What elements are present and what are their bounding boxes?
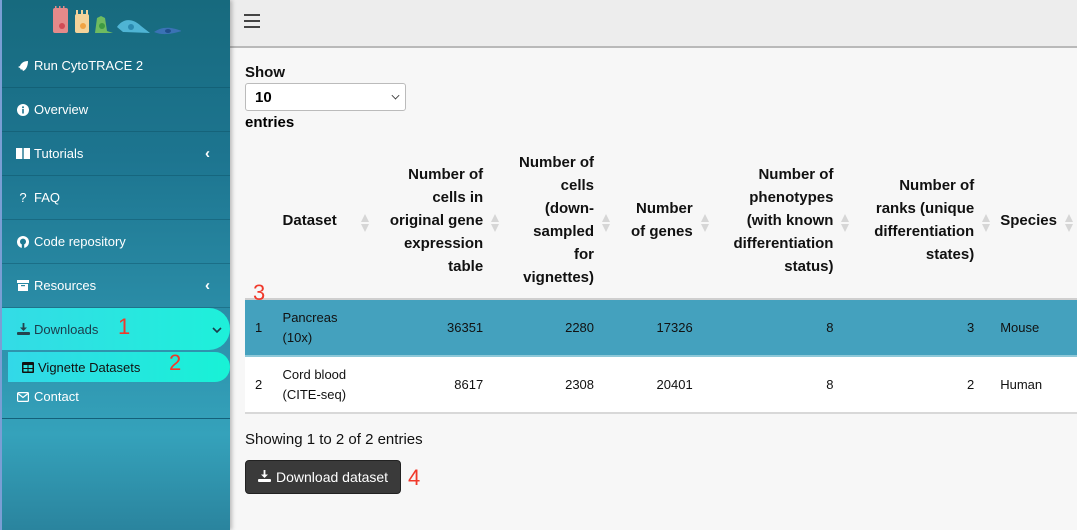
chevron-left-icon[interactable]: ‹ <box>205 277 210 294</box>
cell-cells-downsampled: 2280 <box>565 319 595 335</box>
length-menu-show-label: Show <box>245 64 285 81</box>
column-header-cells-original[interactable]: Number of cells in original gene express… <box>373 151 503 299</box>
download-button-label: Download dataset <box>276 469 389 485</box>
table-row[interactable]: 2 Cord blood (CITE-seq) 8617 2308 20401 … <box>245 356 1077 413</box>
sort-icon[interactable] <box>841 213 850 232</box>
sidebar-item-label: Contact <box>34 389 79 404</box>
cell-species: Human <box>1000 376 1043 392</box>
download-icon <box>258 469 271 485</box>
cell-ranks: 2 <box>966 376 975 392</box>
sort-icon[interactable] <box>982 213 991 232</box>
sort-icon[interactable] <box>361 213 370 232</box>
table-icon <box>22 361 34 373</box>
sidebar-item-label: Downloads <box>34 321 99 337</box>
archive-icon <box>16 280 30 291</box>
download-dataset-button[interactable]: Download dataset <box>245 460 402 494</box>
column-header-ranks[interactable]: Number of ranks (unique differentiation … <box>853 151 994 299</box>
sort-icon[interactable] <box>700 213 709 232</box>
sidebar-item-label: Resources <box>34 278 97 293</box>
entries-per-page-value: 10 <box>255 88 272 106</box>
column-header-index <box>245 151 277 299</box>
cell-phenotypes: 8 <box>826 376 834 392</box>
sidebar-item-label: FAQ <box>34 190 61 205</box>
download-icon <box>16 323 30 335</box>
main-content: Show 10 entries Dataset Number of cells … <box>245 64 1077 494</box>
sidebar-item-label: Vignette Datasets <box>38 359 141 375</box>
cell-cells-original: 8617 <box>454 376 484 392</box>
cell-cells-downsampled: 2308 <box>565 376 595 392</box>
sidebar-item-faq[interactable]: ? FAQ <box>2 176 230 220</box>
annotation-3: 3 <box>253 280 266 305</box>
column-header-species[interactable]: Species <box>994 151 1077 299</box>
sidebar-item-label: Overview <box>34 102 89 117</box>
rocket-icon <box>16 60 30 72</box>
column-header-cells-downsampled[interactable]: Number of cells (down-sampled for vignet… <box>503 151 614 299</box>
annotation-1: 1 <box>118 314 131 339</box>
sort-icon[interactable] <box>602 213 611 232</box>
column-header-genes[interactable]: Number of genes <box>614 151 713 299</box>
sidebar-item-downloads[interactable]: Downloads <box>2 308 230 350</box>
chevron-left-icon[interactable]: ‹ <box>205 145 210 162</box>
cell-genes: 17326 <box>656 319 693 335</box>
sort-icon[interactable] <box>491 213 500 232</box>
sidebar-item-run-cytotrace[interactable]: Run CytoTRACE 2 <box>2 44 230 88</box>
table-row-selected[interactable]: 1 Pancreas (10x) 36351 2280 17326 8 3 Mo… <box>245 299 1077 356</box>
sidebar-toggle-hamburger-icon[interactable] <box>244 14 260 28</box>
sidebar-item-label: Tutorials <box>34 146 84 161</box>
sidebar-item-code-repository[interactable]: Code repository <box>2 220 230 264</box>
book-icon <box>16 148 30 159</box>
table-header-row: Dataset Number of cells in original gene… <box>245 151 1077 299</box>
cell-index: 1 <box>255 319 263 335</box>
chevron-down-icon[interactable] <box>212 322 222 337</box>
length-menu-entries-label: entries <box>245 114 295 131</box>
cell-ranks: 3 <box>966 319 975 335</box>
app-logo[interactable] <box>2 0 230 44</box>
sidebar-item-resources[interactable]: Resources ‹ <box>2 264 230 308</box>
cell-logo-icon <box>53 6 181 35</box>
info-circle-icon <box>16 103 30 116</box>
table-info-text: Showing 1 to 2 of 2 entries <box>245 431 423 448</box>
annotation-2: 2 <box>169 350 182 375</box>
cell-species: Mouse <box>1000 319 1040 335</box>
question-icon: ? <box>19 190 27 205</box>
github-icon <box>16 235 30 248</box>
annotation-4: 4 <box>408 465 421 490</box>
sort-icon[interactable] <box>1065 213 1073 232</box>
envelope-icon <box>16 391 30 402</box>
cell-phenotypes: 8 <box>826 319 834 335</box>
cell-cells-original: 36351 <box>447 319 484 335</box>
sidebar-item-label: Code repository <box>34 234 126 249</box>
sidebar-item-contact[interactable]: Contact <box>2 375 230 419</box>
sidebar-item-label: Run CytoTRACE 2 <box>34 58 144 73</box>
cell-index: 2 <box>255 376 263 392</box>
datasets-table: Dataset Number of cells in original gene… <box>245 151 1077 414</box>
top-navbar <box>230 0 1077 48</box>
cell-dataset: Pancreas (10x) <box>282 309 338 345</box>
column-header-phenotypes[interactable]: Number of phenotypes (with known differe… <box>713 151 854 299</box>
sidebar: Run CytoTRACE 2 Overview Tutorials ‹ ? F… <box>0 0 230 530</box>
column-header-dataset[interactable]: Dataset <box>277 151 374 299</box>
cell-genes: 20401 <box>656 376 693 392</box>
sidebar-item-tutorials[interactable]: Tutorials ‹ <box>2 132 230 176</box>
chevron-down-icon <box>391 91 400 100</box>
sidebar-item-overview[interactable]: Overview <box>2 88 230 132</box>
cell-dataset: Cord blood (CITE-seq) <box>282 366 347 402</box>
entries-per-page-select[interactable]: 10 <box>245 83 406 111</box>
